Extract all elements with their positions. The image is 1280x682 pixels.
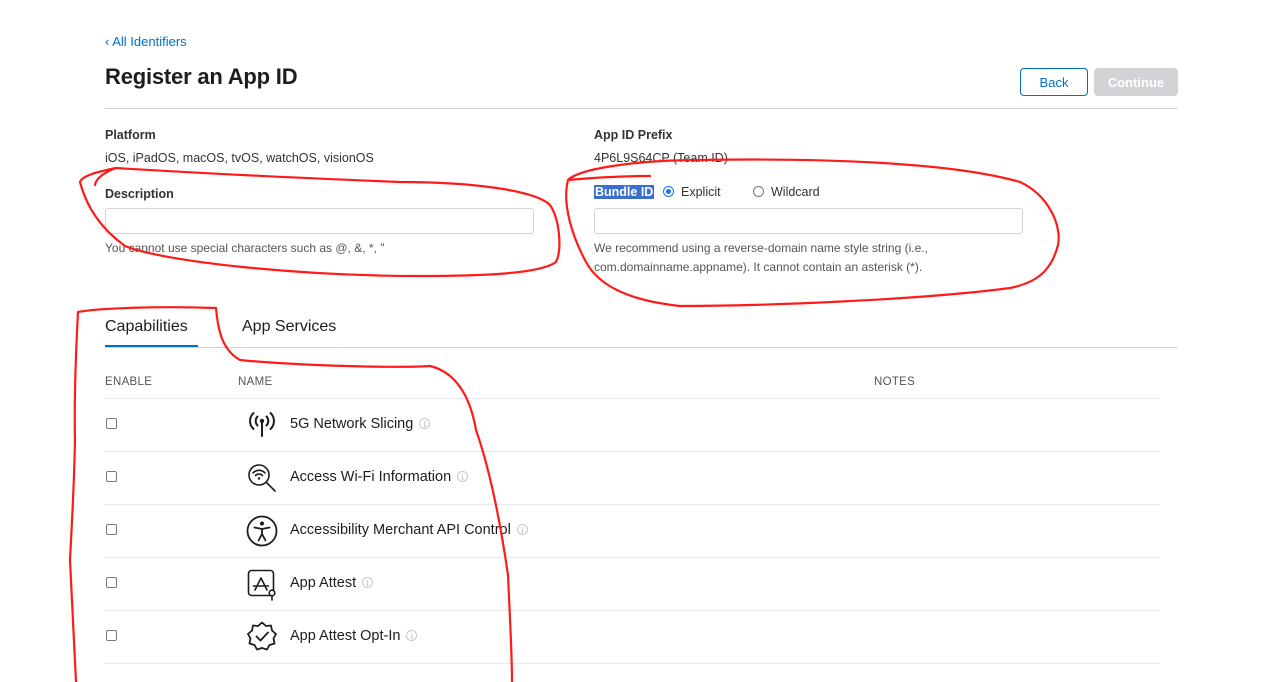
info-icon[interactable]: i: [406, 630, 418, 641]
annotation-left-edge: [68, 310, 80, 682]
antenna-icon: [245, 408, 279, 442]
capability-name: App Attest: [290, 575, 357, 591]
tab-capabilities[interactable]: Capabilities: [105, 318, 188, 336]
continue-button[interactable]: Continue: [1094, 68, 1178, 96]
table-row: 5G Network Slicing i: [105, 398, 1160, 451]
bundle-id-input[interactable]: [594, 208, 1023, 234]
info-icon[interactable]: i: [362, 577, 374, 588]
info-icon[interactable]: i: [457, 471, 469, 482]
wildcard-radio[interactable]: [753, 186, 764, 197]
explicit-radio[interactable]: [663, 186, 674, 197]
back-button[interactable]: Back: [1020, 68, 1088, 96]
info-icon[interactable]: i: [419, 418, 431, 429]
description-label: Description: [105, 187, 174, 201]
enable-checkbox[interactable]: [106, 524, 117, 535]
column-header-name: NAME: [238, 376, 273, 388]
enable-checkbox[interactable]: [106, 471, 117, 482]
wildcard-radio-label[interactable]: Wildcard: [771, 185, 820, 199]
platform-label: Platform: [105, 128, 156, 142]
wifi-search-icon: [245, 461, 279, 495]
table-row: Access Wi-Fi Information i: [105, 451, 1160, 504]
bundle-id-hint-line1: We recommend using a reverse-domain name…: [594, 241, 928, 255]
verified-badge-icon: [245, 620, 279, 654]
app-id-prefix-value: 4P6L9S64CP (Team ID): [594, 151, 728, 165]
bundle-id-hint-line2: com.domainname.appname). It cannot conta…: [594, 260, 923, 274]
title-divider: [105, 108, 1178, 109]
enable-checkbox[interactable]: [106, 577, 117, 588]
all-identifiers-link[interactable]: ‹ All Identifiers: [105, 34, 187, 49]
table-row: [105, 663, 1160, 682]
capability-name: 5G Network Slicing: [290, 416, 414, 432]
page-title: Register an App ID: [105, 64, 298, 89]
platform-value: iOS, iPadOS, macOS, tvOS, watchOS, visio…: [105, 151, 374, 165]
column-header-notes: NOTES: [874, 376, 916, 388]
explicit-radio-label[interactable]: Explicit: [681, 185, 721, 199]
table-row: App Attest i: [105, 557, 1160, 610]
table-row: Accessibility Merchant API Control i: [105, 504, 1160, 557]
accessibility-icon: [245, 514, 279, 548]
app-attest-icon: [245, 567, 279, 601]
capability-name: Access Wi-Fi Information: [290, 469, 452, 485]
description-input[interactable]: [105, 208, 534, 234]
column-header-enable: ENABLE: [105, 376, 153, 388]
bundle-id-label: Bundle ID: [594, 185, 655, 199]
tabs-divider: [105, 347, 1178, 348]
description-hint: You cannot use special characters such a…: [105, 241, 385, 255]
register-app-id-page: ‹ All Identifiers Register an App ID Bac…: [0, 0, 1280, 682]
tab-app-services[interactable]: App Services: [242, 318, 336, 336]
info-icon[interactable]: i: [516, 524, 528, 535]
enable-checkbox[interactable]: [106, 630, 117, 641]
table-row: App Attest Opt-In i: [105, 610, 1160, 663]
app-id-prefix-label: App ID Prefix: [594, 128, 673, 142]
capability-name: App Attest Opt-In: [290, 628, 401, 644]
enable-checkbox[interactable]: [106, 418, 117, 429]
capability-name: Accessibility Merchant API Control: [290, 522, 511, 538]
